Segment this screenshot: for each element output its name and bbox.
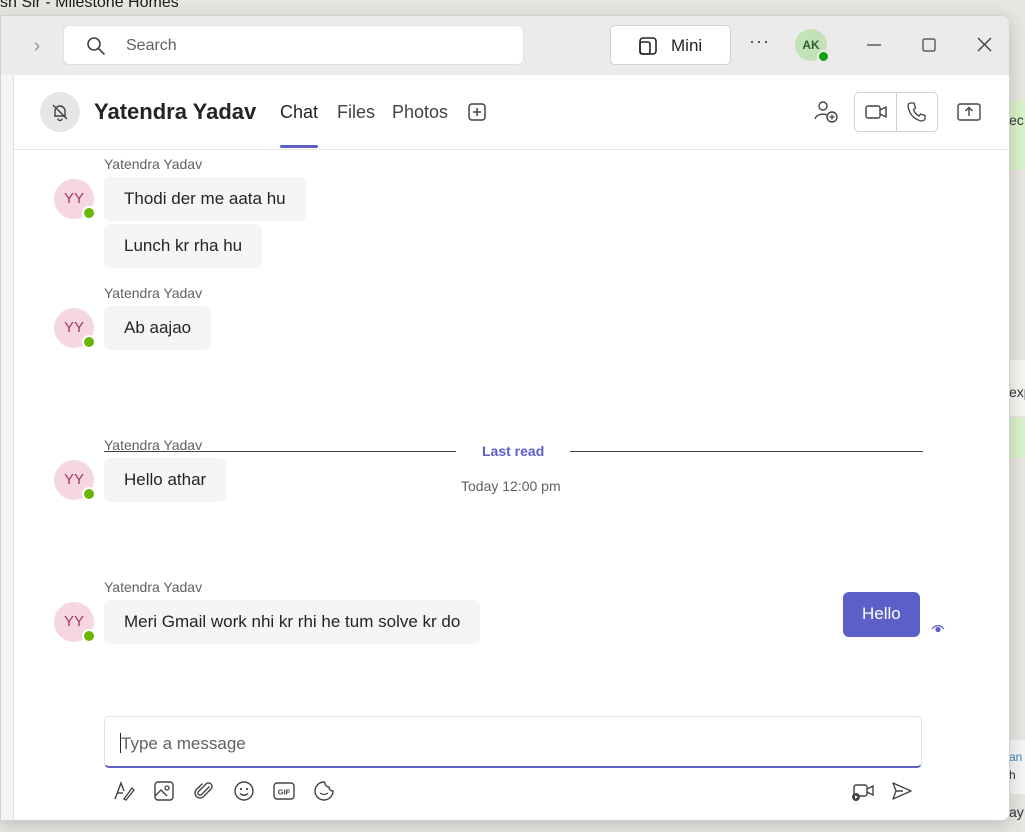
avatar[interactable]: YY <box>54 460 96 501</box>
gif-icon[interactable]: GIF <box>272 779 296 803</box>
presence-icon <box>82 206 96 220</box>
message-bubble[interactable]: Thodi der me aata hu <box>104 177 306 221</box>
avatar[interactable]: YY <box>54 602 96 643</box>
avatar[interactable]: YY <box>54 179 96 220</box>
background-text: an <box>1009 750 1023 764</box>
call-button-group <box>854 92 938 132</box>
presence-icon <box>82 629 96 643</box>
background-text: h <box>1009 768 1016 782</box>
search-input[interactable]: Search <box>63 25 524 65</box>
video-clip-icon[interactable] <box>850 779 876 803</box>
message-bubble[interactable]: Lunch kr rha hu <box>104 224 263 268</box>
attach-icon[interactable] <box>192 779 216 803</box>
background-text: ay <box>1009 804 1024 820</box>
search-placeholder: Search <box>126 37 177 54</box>
presence-icon <box>817 50 830 63</box>
divider <box>896 93 897 131</box>
message-bubble[interactable]: Meri Gmail work nhi kr rhi he tum solve … <box>104 600 481 644</box>
tab-photos[interactable]: Photos <box>392 102 448 123</box>
muted-bell-icon[interactable] <box>40 92 80 132</box>
format-icon[interactable] <box>112 779 136 803</box>
avatar-initials: YY <box>63 319 84 336</box>
message-sender: Yatendra Yadav <box>104 579 203 595</box>
share-screen-icon[interactable] <box>954 97 984 127</box>
background-panel <box>1009 418 1025 458</box>
my-message-bubble[interactable]: Hello <box>843 592 920 637</box>
maximize-icon[interactable] <box>912 29 946 61</box>
background-window-title: sh Sir - Milestone Homes <box>0 0 179 11</box>
message-sender: Yatendra Yadav <box>104 156 203 172</box>
search-icon <box>87 37 105 55</box>
presence-icon <box>82 487 96 501</box>
tab-chat[interactable]: Chat <box>280 102 319 148</box>
add-tab-icon[interactable] <box>467 102 487 122</box>
more-options-button[interactable]: ··· <box>749 31 770 52</box>
chat-window: › Search Mini ··· AK Yatendra Yadav Chat… <box>0 15 1010 821</box>
message-bubble[interactable]: Ab aajao <box>104 306 212 350</box>
timestamp: Today 12:00 pm <box>461 478 561 494</box>
svg-text:GIF: GIF <box>278 788 291 797</box>
audio-call-icon[interactable] <box>905 101 929 123</box>
avatar[interactable]: YY <box>54 308 96 349</box>
send-icon[interactable] <box>890 779 914 803</box>
close-icon[interactable] <box>967 29 1001 61</box>
message-input[interactable]: Type a message <box>104 716 922 768</box>
tab-files[interactable]: Files <box>337 102 375 123</box>
profile-initials: AK <box>802 38 820 52</box>
message-list: Yatendra Yadav YY Thodi der me aata hu L… <box>14 151 1009 711</box>
title-bar: › Search Mini ··· AK <box>1 16 1009 75</box>
sticker-icon[interactable] <box>312 779 336 803</box>
message-placeholder: Type a message <box>121 734 246 753</box>
emoji-icon[interactable] <box>232 779 256 803</box>
avatar-initials: YY <box>63 471 84 488</box>
mini-label: Mini <box>671 36 703 55</box>
profile-avatar[interactable]: AK <box>795 29 830 63</box>
message-sender: Yatendra Yadav <box>104 437 203 453</box>
contact-name: Yatendra Yadav <box>94 99 257 124</box>
avatar-initials: YY <box>63 613 84 630</box>
chat-pane: Yatendra Yadav Chat Files Photos Yatendr… <box>13 75 1009 820</box>
mini-button[interactable]: Mini <box>610 25 731 65</box>
background-text: ec <box>1009 112 1024 128</box>
avatar-initials: YY <box>63 190 84 207</box>
message-sender: Yatendra Yadav <box>104 285 203 301</box>
chat-header: Yatendra Yadav Chat Files Photos <box>14 75 1009 150</box>
message-bubble[interactable]: Hello athar <box>104 458 227 502</box>
seen-icon <box>931 624 945 633</box>
background-panel <box>1009 100 1025 170</box>
background-text: exp <box>1009 384 1025 400</box>
presence-icon <box>82 335 96 349</box>
compose-toolbar: GIF <box>14 779 1009 809</box>
add-people-icon[interactable] <box>811 97 841 127</box>
minimize-icon[interactable] <box>857 29 891 61</box>
mini-window-icon <box>639 37 657 55</box>
last-read-divider <box>570 451 923 452</box>
forward-icon[interactable]: › <box>25 34 49 58</box>
background-panel <box>1009 740 1025 794</box>
video-call-icon[interactable] <box>864 101 888 123</box>
last-read-label: Last read <box>482 443 545 459</box>
image-icon[interactable] <box>152 779 176 803</box>
